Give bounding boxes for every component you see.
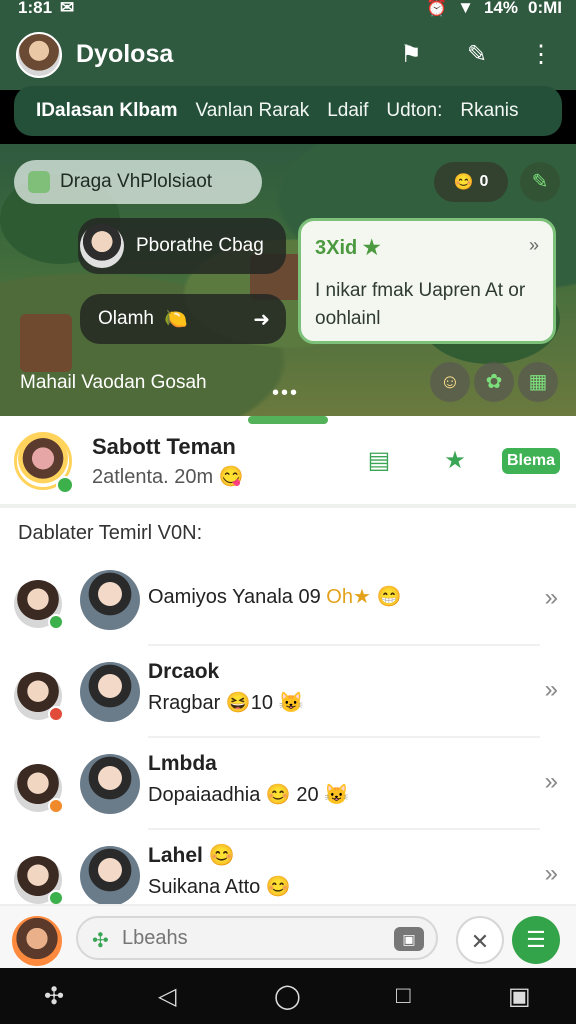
emoji-icon: 😋 [218, 466, 244, 488]
app-root: 1:81 ✉ ⏰ ▼ 14% 0:MI Dyolosa ⚑ ✎ ⋮ IDalas… [0, 0, 576, 1024]
friend-line: Rragbar 😆10 😺 [148, 692, 304, 714]
chevron-right-icon: » [544, 860, 558, 887]
notification-icon: ✉ [60, 0, 75, 17]
screenshot-icon[interactable]: ▣ [508, 982, 531, 1011]
profile-avatar[interactable] [16, 32, 62, 78]
tab-2[interactable]: Ldaif [327, 100, 368, 122]
sprout-icon: ✣ [92, 930, 109, 952]
score-value: 0 [479, 173, 489, 190]
status-dot [48, 706, 64, 722]
friend-name: Lahel 😊 [148, 844, 235, 867]
star-icon[interactable]: ★ [440, 446, 470, 476]
emoji-icon: 😊 [265, 784, 291, 806]
status-time: 1:81 [18, 0, 53, 17]
battery-text: 14% [483, 0, 518, 17]
location-label: Draga VhPlolsiaot [60, 171, 213, 192]
status-dot [48, 798, 64, 814]
player-avatar [80, 224, 124, 268]
friend-avatar [80, 570, 140, 630]
tab-bar: IDalasan Klbam Vanlan Rarak Ldaif Udton:… [14, 86, 562, 136]
friend-avatar [80, 846, 140, 906]
quest-text: I nikar fmak Uapren At or oohlainl [315, 280, 526, 329]
emoji-icon: 😺 [324, 784, 350, 806]
friend-avatar [80, 662, 140, 722]
friend-name: Drcaok [148, 660, 220, 683]
chevron-right-icon: » [544, 768, 558, 795]
player-chip-label: Pborathe Cbag [136, 235, 264, 256]
scene-caption: Mahail Vaodan Gosah [20, 372, 207, 393]
tab-3[interactable]: Udton: [386, 100, 442, 122]
home-icon[interactable]: ◯ [274, 982, 301, 1011]
wifi-icon: ▼ [457, 0, 474, 17]
status-bar: 1:81 ✉ ⏰ ▼ 14% 0:MI [0, 0, 576, 22]
emoji-icon: 😊 [208, 844, 235, 867]
arrow-right-icon: ➜ [253, 308, 270, 331]
lemon-icon: 🍋 [163, 309, 188, 330]
friends-sheet: Sabott Teman 2atlenta. 20m 😋 ▤ ★ Blema D… [0, 416, 576, 968]
featured-friend-sub: 2atlenta. 20m 😋 [92, 466, 244, 488]
friend-line: Dopaiaadhia 😊 20 😺 [148, 784, 350, 806]
quest-card[interactable]: 3Xid ★ » I nikar fmak Uapren At or oohla… [298, 218, 556, 344]
friend-avatar [80, 754, 140, 814]
featured-friend-name: Sabott Teman [92, 434, 236, 459]
online-dot [56, 476, 74, 494]
game-scene: Draga VhPlolsiaot 😊 0 ✎ Pborathe Cbag Ol… [0, 144, 576, 416]
camera-icon[interactable]: ▣ [394, 927, 424, 951]
list-item[interactable]: Oamiyos Yanala 09 Oh★ 😁 » [0, 554, 576, 646]
friend-badge[interactable]: Blema [502, 448, 560, 474]
brush-icon[interactable]: ✎ [462, 40, 492, 70]
emoji-icon: 😁 [376, 586, 402, 608]
apps-icon[interactable]: ✣ [44, 982, 64, 1011]
character-shape [20, 314, 72, 372]
message-input[interactable] [122, 927, 382, 950]
score-badge: 😊 0 [434, 162, 508, 202]
emoji-icon[interactable]: ☺ [430, 362, 470, 402]
smile-icon: 😊 [453, 174, 474, 191]
player-chip[interactable]: Pborathe Cbag [78, 218, 286, 274]
sheet-handle[interactable] [248, 416, 328, 424]
system-nav: ✣ ◁ ◯ □ ▣ [0, 968, 576, 1024]
location-pill[interactable]: Draga VhPlolsiaot [14, 160, 262, 204]
tab-4[interactable]: Rkanis [460, 100, 518, 122]
message-input-container: ✣ ▣ [76, 916, 438, 960]
emoji-icon: 😺 [278, 692, 304, 714]
compose-button[interactable]: ☰ [512, 916, 560, 964]
status-dot [48, 614, 64, 630]
action-chip[interactable]: Olamh 🍋 ➜ [80, 294, 286, 344]
chevron-right-icon: » [544, 584, 558, 611]
more-menu-icon[interactable]: ⋮ [526, 40, 556, 70]
edit-icon[interactable]: ✎ [520, 162, 560, 202]
friend-name: Lmbda [148, 752, 217, 775]
composer-avatar[interactable] [12, 916, 62, 966]
expand-icon[interactable]: » [529, 235, 539, 256]
clover-icon[interactable]: ✿ [474, 362, 514, 402]
alarm-icon: ⏰ [425, 0, 448, 17]
featured-friend[interactable]: Sabott Teman 2atlenta. 20m 😋 ▤ ★ Blema [0, 416, 576, 508]
list-item[interactable]: Lmbda Dopaiaadhia 😊 20 😺 » [0, 738, 576, 830]
emoji-icon: 😆 [225, 692, 251, 714]
list-item[interactable]: Drcaok Rragbar 😆10 😺 » [0, 646, 576, 738]
app-header: Dyolosa ⚑ ✎ ⋮ [0, 22, 576, 90]
recents-icon[interactable]: □ [396, 982, 411, 1010]
tool-button[interactable]: ✕ [456, 916, 504, 964]
tab-1[interactable]: Vanlan Rarak [196, 100, 310, 122]
back-icon[interactable]: ◁ [158, 982, 176, 1011]
app-title: Dyolosa [76, 40, 174, 68]
friend-line: Oamiyos Yanala 09 Oh★ 😁 [148, 586, 402, 608]
leaf-icon [28, 171, 50, 193]
flag-icon[interactable]: ⚑ [396, 40, 426, 70]
more-dots[interactable]: ••• [272, 382, 299, 405]
map-icon[interactable]: ▦ [518, 362, 558, 402]
note-icon[interactable]: ▤ [364, 446, 394, 476]
action-chip-label: Olamh [98, 308, 154, 329]
composer-bar: ✣ ▣ ✕ ☰ [0, 904, 576, 968]
friend-line: Suikana Atto 😊 [148, 876, 291, 898]
chevron-right-icon: » [544, 676, 558, 703]
tab-0[interactable]: IDalasan Klbam [36, 100, 178, 122]
list-title: Dablater Temirl V0N: [18, 522, 203, 544]
emoji-icon: 😊 [265, 876, 291, 898]
quest-title: 3Xid ★ [315, 237, 381, 259]
status-tail: 0:MI [528, 0, 562, 17]
